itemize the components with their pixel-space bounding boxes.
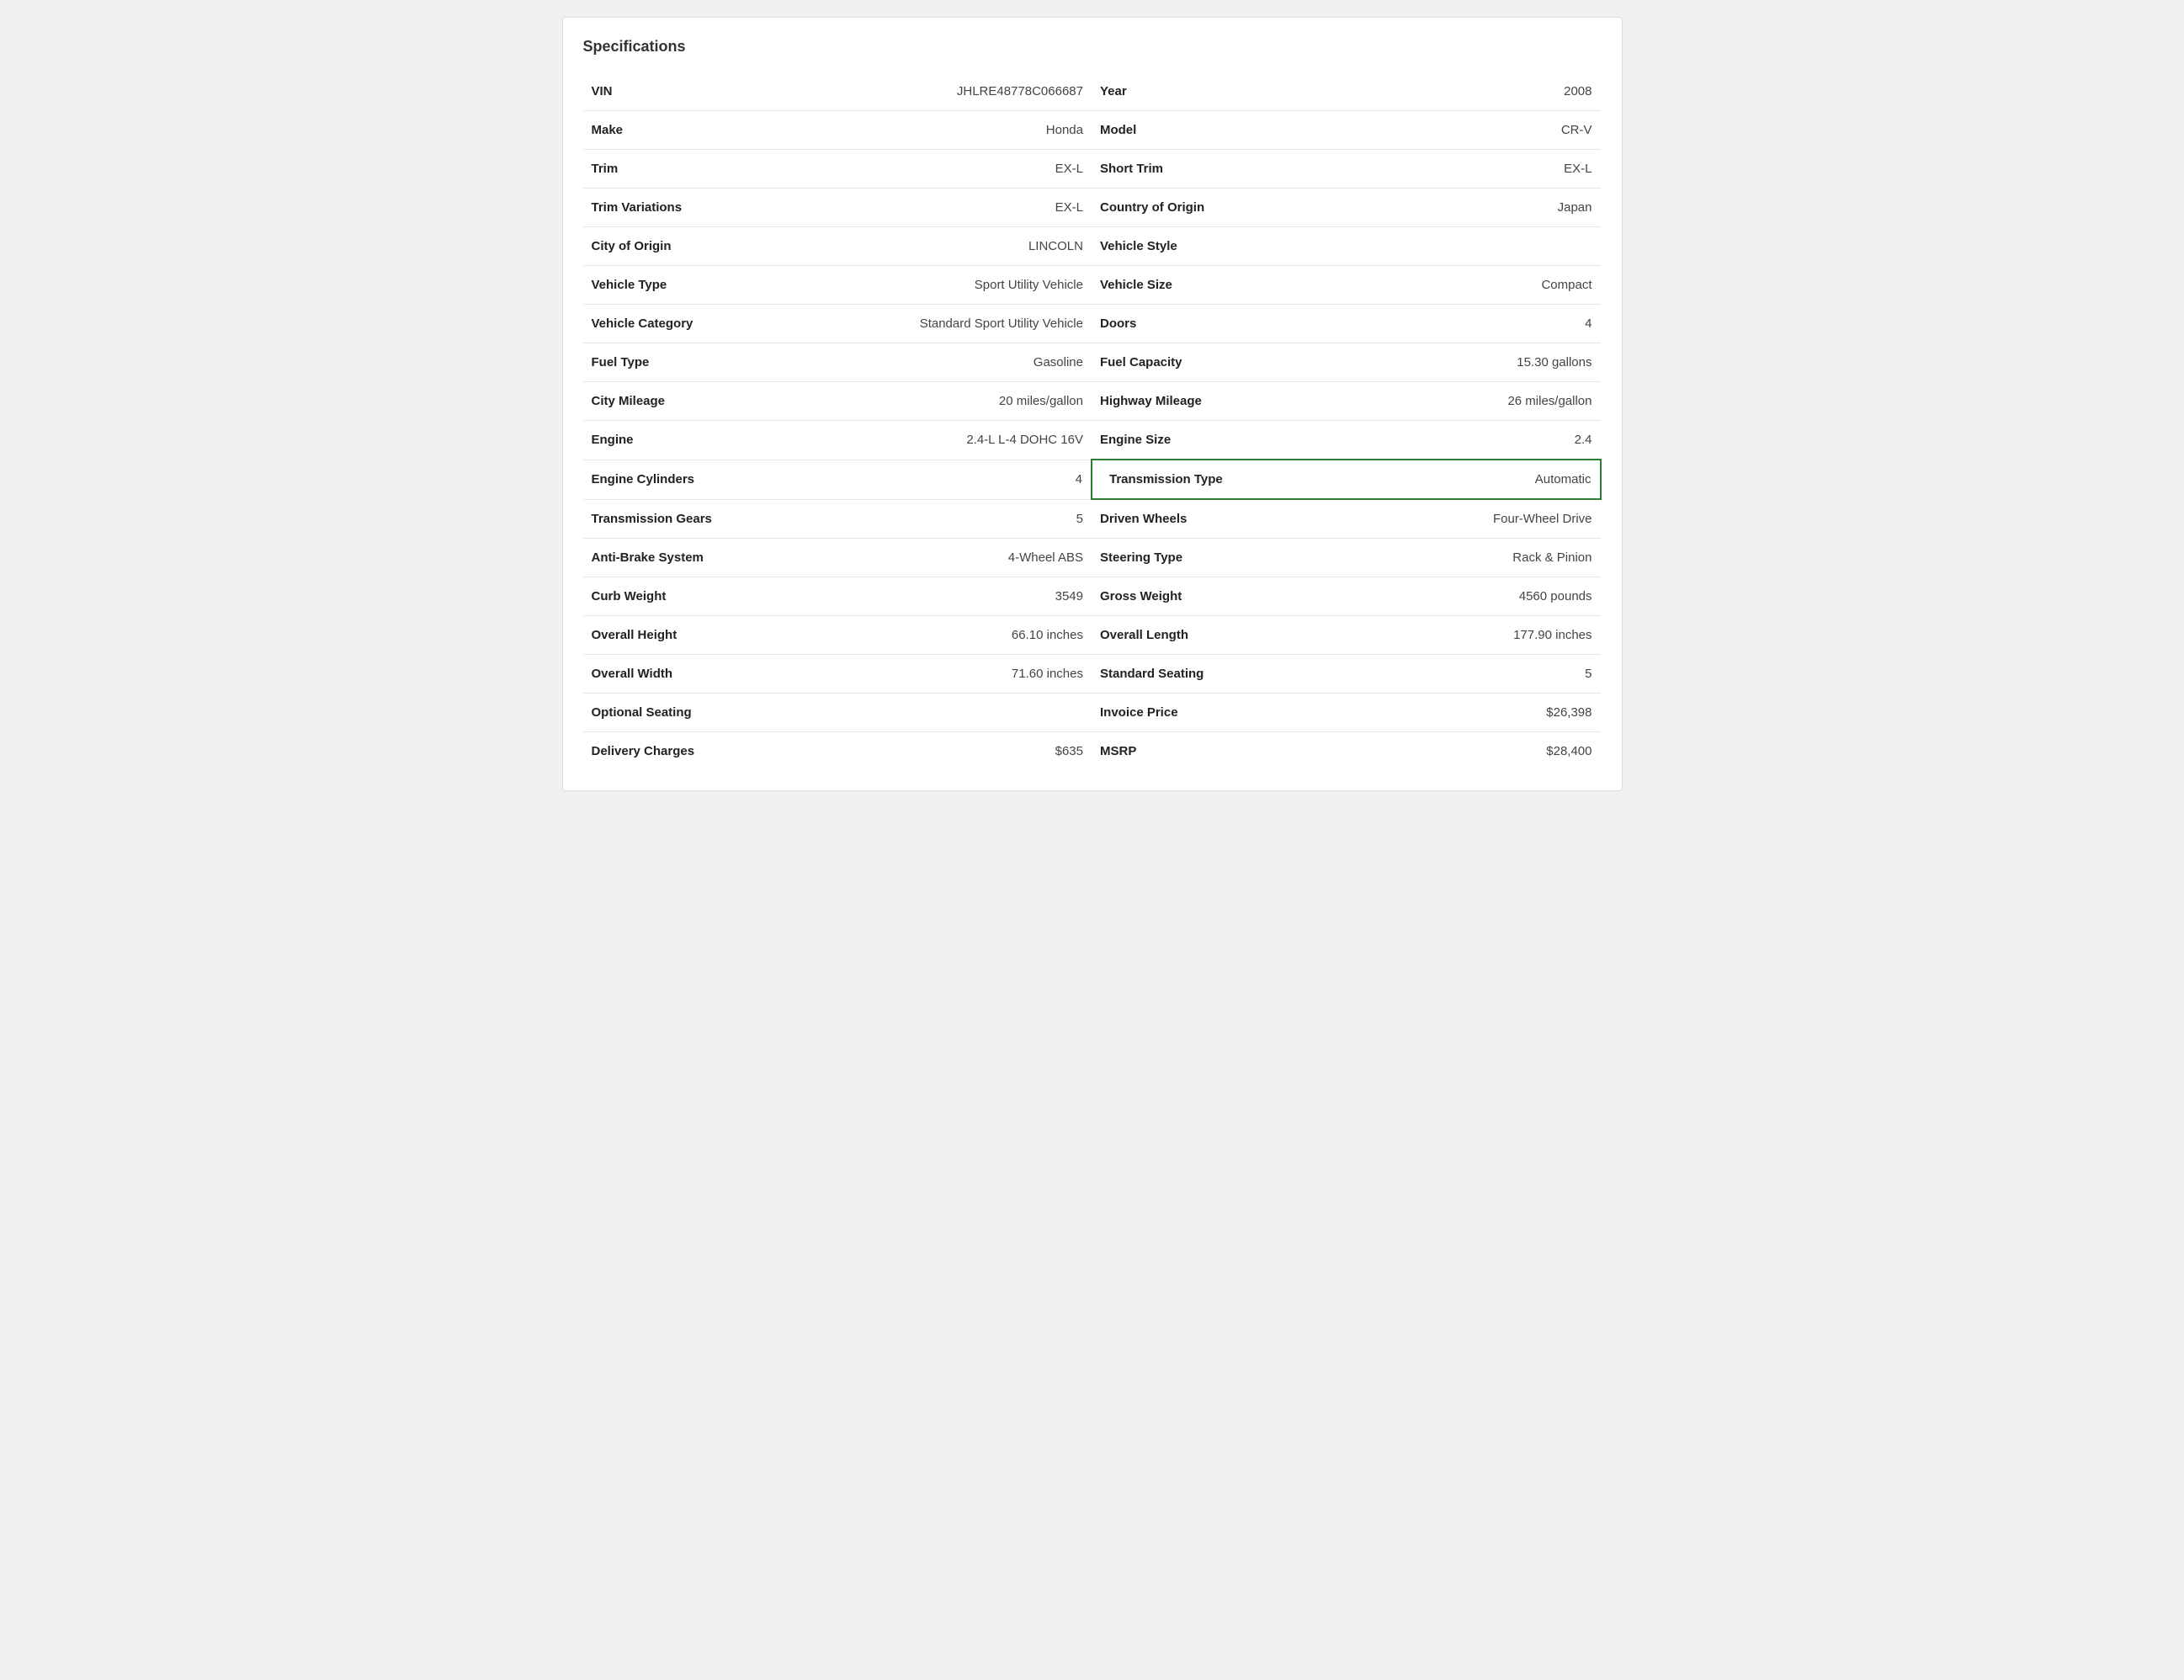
spec-value-right: 2.4 <box>1315 421 1601 460</box>
spec-label-right: Transmission Type Automatic <box>1092 460 1601 499</box>
table-row: Overall Height66.10 inchesOverall Length… <box>583 616 1601 655</box>
section-title: Specifications <box>583 38 1602 56</box>
spec-label-right: Overall Length <box>1092 616 1315 655</box>
spec-value-right: 5 <box>1315 655 1601 694</box>
spec-value-left: 4 <box>806 460 1092 499</box>
spec-value-right: 4 <box>1315 305 1601 343</box>
spec-label-right: Year <box>1092 72 1315 111</box>
spec-label-left: Fuel Type <box>583 343 807 382</box>
spec-value-left: EX-L <box>806 150 1092 189</box>
spec-value-left: Gasoline <box>806 343 1092 382</box>
table-row: VINJHLRE48778C066687Year2008 <box>583 72 1601 111</box>
table-row: Optional Seating Invoice Price$26,398 <box>583 694 1601 732</box>
spec-label-right: Model <box>1092 111 1315 150</box>
spec-value-left: LINCOLN <box>806 227 1092 266</box>
spec-label-right: Gross Weight <box>1092 577 1315 616</box>
spec-value-right: 4560 pounds <box>1315 577 1601 616</box>
spec-label-right: Short Trim <box>1092 150 1315 189</box>
specifications-card: Specifications VINJHLRE48778C066687Year2… <box>562 17 1623 791</box>
table-row: Engine Cylinders4 Transmission Type Automa… <box>583 460 1601 499</box>
spec-value-left: Standard Sport Utility Vehicle <box>806 305 1092 343</box>
table-row: Overall Width71.60 inchesStandard Seatin… <box>583 655 1601 694</box>
spec-label-left: Engine Cylinders <box>583 460 807 499</box>
table-row: Curb Weight3549Gross Weight4560 pounds <box>583 577 1601 616</box>
spec-label-left: Trim Variations <box>583 189 807 227</box>
spec-value-left: 4-Wheel ABS <box>806 539 1092 577</box>
spec-label-left: Transmission Gears <box>583 499 807 539</box>
spec-value-right <box>1315 227 1601 266</box>
spec-label-right: Engine Size <box>1092 421 1315 460</box>
spec-label-right: Steering Type <box>1092 539 1315 577</box>
spec-value-left: 20 miles/gallon <box>806 382 1092 421</box>
spec-value-left: 71.60 inches <box>806 655 1092 694</box>
spec-value-left: $635 <box>806 732 1092 771</box>
spec-label-left: Overall Height <box>583 616 807 655</box>
spec-label-right: Country of Origin <box>1092 189 1315 227</box>
spec-label-left: Engine <box>583 421 807 460</box>
spec-label-left: Vehicle Type <box>583 266 807 305</box>
table-row: Fuel TypeGasolineFuel Capacity15.30 gall… <box>583 343 1601 382</box>
spec-label-right: Vehicle Size <box>1092 266 1315 305</box>
table-row: Delivery Charges$635MSRP$28,400 <box>583 732 1601 771</box>
transmission-type-value: Automatic <box>1535 472 1592 486</box>
table-row: Engine2.4-L L-4 DOHC 16VEngine Size2.4 <box>583 421 1601 460</box>
spec-value-right: 15.30 gallons <box>1315 343 1601 382</box>
table-row: Vehicle CategoryStandard Sport Utility V… <box>583 305 1601 343</box>
transmission-type-label: Transmission Type <box>1109 472 1223 486</box>
spec-value-right: Compact <box>1315 266 1601 305</box>
spec-value-left: 66.10 inches <box>806 616 1092 655</box>
table-row: Vehicle TypeSport Utility VehicleVehicle… <box>583 266 1601 305</box>
table-row: Anti-Brake System4-Wheel ABSSteering Typ… <box>583 539 1601 577</box>
spec-label-right: Fuel Capacity <box>1092 343 1315 382</box>
spec-label-left: City of Origin <box>583 227 807 266</box>
spec-value-left <box>806 694 1092 732</box>
table-row: TrimEX-LShort TrimEX-L <box>583 150 1601 189</box>
spec-label-left: Make <box>583 111 807 150</box>
table-row: Trim VariationsEX-LCountry of OriginJapa… <box>583 189 1601 227</box>
specs-table: VINJHLRE48778C066687Year2008MakeHondaMod… <box>583 72 1602 770</box>
spec-value-right: EX-L <box>1315 150 1601 189</box>
spec-label-left: Overall Width <box>583 655 807 694</box>
spec-label-left: Vehicle Category <box>583 305 807 343</box>
spec-value-left: EX-L <box>806 189 1092 227</box>
table-row: Transmission Gears5Driven WheelsFour-Whe… <box>583 499 1601 539</box>
spec-value-right: $28,400 <box>1315 732 1601 771</box>
spec-value-right: 177.90 inches <box>1315 616 1601 655</box>
spec-label-right: Doors <box>1092 305 1315 343</box>
spec-label-left: Optional Seating <box>583 694 807 732</box>
spec-value-right: 2008 <box>1315 72 1601 111</box>
spec-label-right: Invoice Price <box>1092 694 1315 732</box>
spec-label-left: Curb Weight <box>583 577 807 616</box>
spec-value-left: 2.4-L L-4 DOHC 16V <box>806 421 1092 460</box>
spec-value-left: Honda <box>806 111 1092 150</box>
spec-label-left: Anti-Brake System <box>583 539 807 577</box>
spec-value-left: 5 <box>806 499 1092 539</box>
spec-value-right: Japan <box>1315 189 1601 227</box>
table-row: City of OriginLINCOLNVehicle Style <box>583 227 1601 266</box>
spec-value-right: CR-V <box>1315 111 1601 150</box>
spec-value-right: Four-Wheel Drive <box>1315 499 1601 539</box>
spec-label-left: Delivery Charges <box>583 732 807 771</box>
spec-label-left: Trim <box>583 150 807 189</box>
spec-value-left: JHLRE48778C066687 <box>806 72 1092 111</box>
spec-label-right: Vehicle Style <box>1092 227 1315 266</box>
spec-value-right: Rack & Pinion <box>1315 539 1601 577</box>
table-row: City Mileage20 miles/gallonHighway Milea… <box>583 382 1601 421</box>
spec-label-left: City Mileage <box>583 382 807 421</box>
spec-label-left: VIN <box>583 72 807 111</box>
spec-label-right: Standard Seating <box>1092 655 1315 694</box>
spec-value-right: 26 miles/gallon <box>1315 382 1601 421</box>
spec-value-right: $26,398 <box>1315 694 1601 732</box>
spec-label-right: Highway Mileage <box>1092 382 1315 421</box>
spec-label-right: MSRP <box>1092 732 1315 771</box>
table-row: MakeHondaModelCR-V <box>583 111 1601 150</box>
spec-value-left: Sport Utility Vehicle <box>806 266 1092 305</box>
spec-value-left: 3549 <box>806 577 1092 616</box>
spec-label-right: Driven Wheels <box>1092 499 1315 539</box>
